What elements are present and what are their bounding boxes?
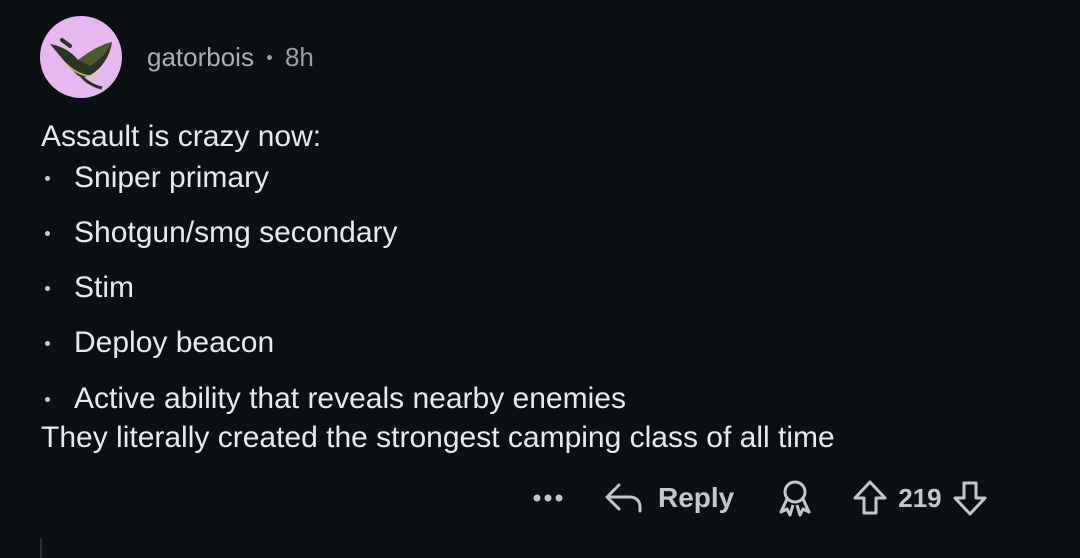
list-item-text: Active ability that reveals nearby enemi…	[74, 382, 626, 415]
comment-meta: gatorbois 8h	[147, 40, 314, 74]
bullet-dot	[45, 230, 50, 236]
vote-controls: 219	[852, 479, 987, 517]
bullet-dot	[45, 285, 50, 291]
award-icon	[779, 480, 811, 517]
separator-dot	[266, 54, 272, 60]
manta-ray-icon	[50, 38, 112, 90]
timestamp: 8h	[284, 41, 314, 72]
upvote-arrow-icon[interactable]	[852, 479, 888, 517]
more-dots-icon	[533, 494, 563, 502]
list-item: Deploy beacon	[40, 326, 274, 360]
comment-outro: They literally created the strongest cam…	[41, 421, 835, 454]
comment-intro: Assault is crazy now:	[41, 120, 322, 153]
bullet-dot	[45, 396, 50, 402]
reply-arrow-icon	[605, 483, 642, 513]
comment-actions: Reply 219	[528, 476, 988, 520]
list-item-text: Shotgun/smg secondary	[74, 216, 398, 249]
downvote-arrow-icon[interactable]	[952, 479, 988, 517]
list-item: Shotgun/smg secondary	[40, 216, 398, 250]
comment: gatorbois 8h Assault is crazy now: Snipe…	[0, 0, 1080, 558]
vote-score: 219	[898, 482, 942, 513]
list-item-text: Deploy beacon	[74, 326, 275, 359]
bullet-dot	[45, 175, 50, 181]
list-item-text: Sniper primary	[74, 161, 270, 194]
award-button[interactable]	[776, 478, 814, 518]
reply-button[interactable]: Reply	[604, 481, 734, 515]
list-item-text: Stim	[74, 271, 134, 304]
bullet-dot	[45, 340, 50, 346]
avatar[interactable]	[40, 16, 122, 98]
thread-line[interactable]	[40, 538, 42, 558]
list-item: Active ability that reveals nearby enemi…	[40, 382, 626, 416]
list-item: Stim	[40, 271, 134, 305]
username-link[interactable]: gatorbois	[147, 42, 254, 73]
list-item: Sniper primary	[40, 161, 269, 195]
reply-label: Reply	[658, 482, 735, 513]
more-options-button[interactable]	[528, 478, 568, 518]
